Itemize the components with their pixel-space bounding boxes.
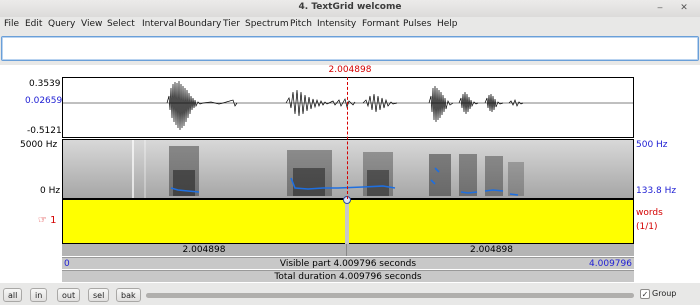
menu-pulses[interactable]: Pulses (403, 19, 431, 29)
wave-ymax-label: 0.3539 (29, 79, 61, 89)
spectrogram-bottom-label: 0 Hz (40, 186, 61, 196)
menu-pitch[interactable]: Pitch (290, 19, 312, 29)
time-cursor-line (347, 77, 348, 199)
tier-number-label[interactable]: ☞ 1 (38, 215, 57, 226)
waveform-panel[interactable] (62, 77, 634, 138)
tier-number: 1 (50, 215, 57, 226)
visible-end-label: 4.009796 (589, 259, 632, 269)
close-icon[interactable]: ✕ (678, 2, 690, 14)
menu-view[interactable]: View (81, 19, 102, 29)
window-title: 4. TextGrid welcome (298, 2, 402, 12)
menu-file[interactable]: File (4, 19, 19, 29)
zoom-back-button[interactable]: bak (116, 288, 141, 302)
bottom-toolbar: all in out sel bak ✓ Group (0, 285, 700, 305)
waveform-svg (63, 80, 633, 131)
menu-select[interactable]: Select (107, 19, 135, 29)
spectrogram-top-label: 5000 Hz (20, 140, 58, 150)
title-bar: 4. TextGrid welcome ‒ ✕ (0, 0, 700, 17)
menu-spectrum[interactable]: Spectrum (245, 19, 289, 29)
group-checkbox[interactable]: ✓ (640, 289, 650, 299)
zoom-in-button[interactable]: in (30, 288, 48, 302)
visible-part-bar[interactable]: 0 Visible part 4.009796 seconds 4.009796 (62, 257, 634, 269)
tier-name-label: words (636, 208, 663, 218)
cursor-time-label: 2.004898 (328, 65, 372, 75)
pitch-bottom-label: 133.8 Hz (636, 186, 677, 196)
interval-text-field[interactable] (1, 36, 699, 61)
left-part-button[interactable]: 2.004898 (62, 244, 347, 256)
tier-count-label: (1/1) (636, 222, 658, 232)
selection-duration-bar: 2.004898 2.004898 (62, 244, 634, 256)
wave-ymin-label: -0.5121 (27, 126, 62, 136)
group-label: Group (652, 289, 677, 298)
zoom-all-button[interactable]: all (3, 288, 23, 302)
menu-formant[interactable]: Formant (362, 19, 399, 29)
pitch-top-label: 500 Hz (636, 140, 668, 150)
tier-selection-marker (345, 200, 349, 244)
menu-bar: File Edit Query View Select Interval Bou… (0, 17, 700, 34)
visible-part-label: Visible part 4.009796 seconds (279, 259, 417, 269)
menu-intensity[interactable]: Intensity (317, 19, 356, 29)
waveform-trace (166, 80, 524, 131)
menu-help[interactable]: Help (437, 19, 458, 29)
total-duration-label: Total duration 4.009796 seconds (274, 272, 422, 282)
wave-cursor-value-label: 0.02659 (25, 96, 63, 106)
menu-interval[interactable]: Interval (142, 19, 176, 29)
textgrid-editor-window: 4. TextGrid welcome ‒ ✕ File Edit Query … (0, 0, 700, 305)
zoom-out-button[interactable]: out (57, 288, 81, 302)
right-part-button[interactable]: 2.004898 (349, 244, 634, 256)
hand-pointer-icon: ☞ (38, 215, 47, 226)
scrollbar-thumb[interactable] (146, 293, 634, 298)
minimize-icon[interactable]: ‒ (654, 2, 666, 14)
total-duration-bar[interactable]: Total duration 4.009796 seconds (62, 270, 634, 282)
horizontal-scrollbar[interactable] (146, 293, 634, 298)
spectrogram-svg (63, 140, 633, 198)
menu-boundary[interactable]: Boundary (178, 19, 221, 29)
spectrogram-panel[interactable] (62, 139, 634, 199)
zoom-sel-button[interactable]: sel (88, 288, 110, 302)
menu-query[interactable]: Query (48, 19, 75, 29)
menu-edit[interactable]: Edit (25, 19, 42, 29)
spectrogram-background (63, 140, 633, 198)
menu-tier[interactable]: Tier (223, 19, 240, 29)
